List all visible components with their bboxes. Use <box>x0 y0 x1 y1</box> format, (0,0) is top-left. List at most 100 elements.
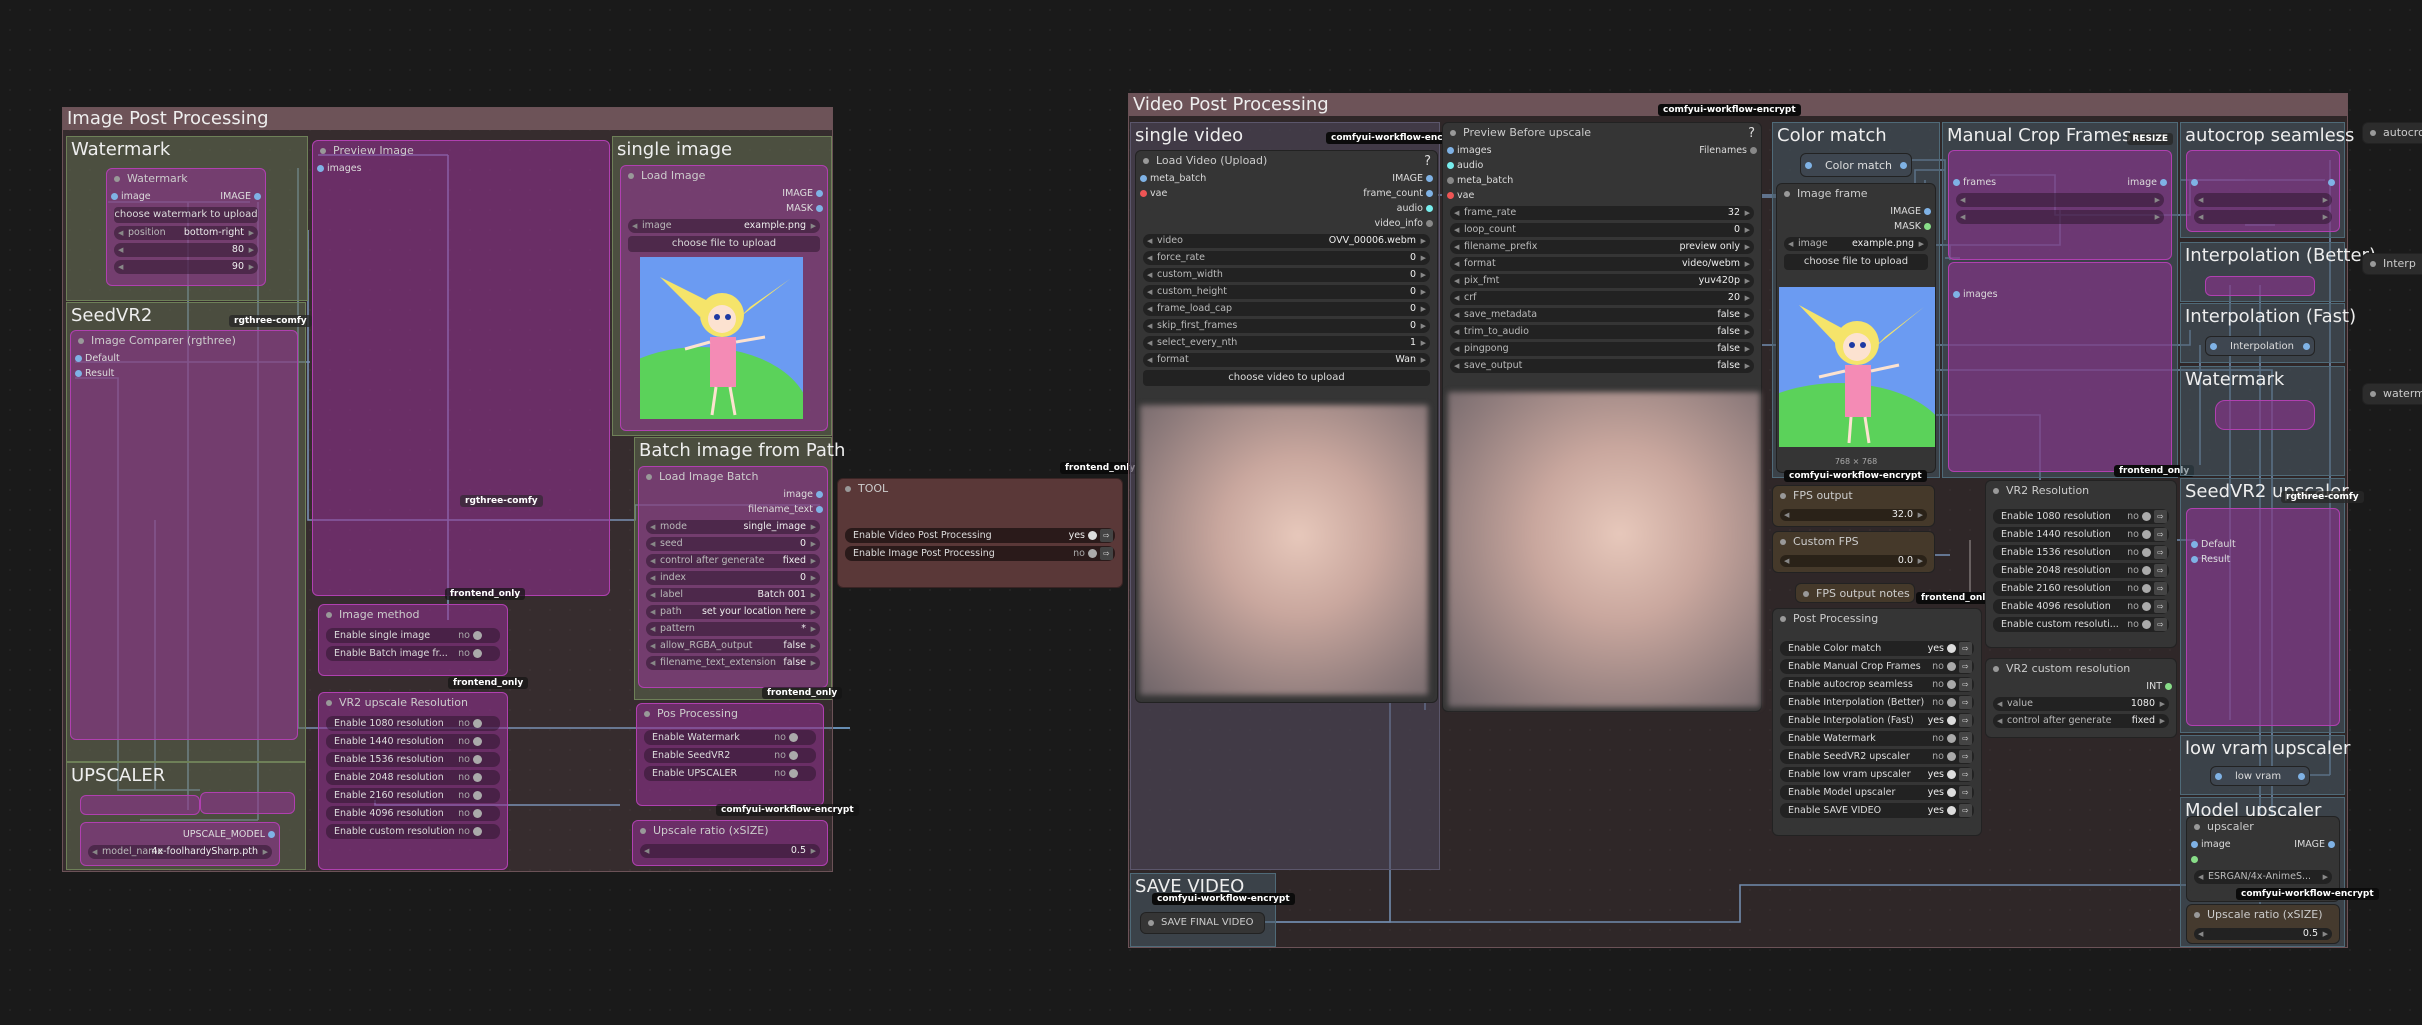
output-dot[interactable] <box>2298 773 2305 780</box>
arrow-icon[interactable]: ⇨ <box>1959 750 1972 763</box>
widget-seed[interactable]: seed 0 <box>646 537 820 551</box>
input-dot[interactable] <box>1953 179 1960 186</box>
node-autocrop[interactable] <box>2186 150 2340 232</box>
input-dot[interactable] <box>1447 162 1454 169</box>
toggle-enable-upscaler[interactable]: Enable UPSCALER no <box>644 766 816 781</box>
edge-node-autocrop[interactable]: autocro <box>2362 122 2422 144</box>
toggle-enable-1080-resolution[interactable]: Enable 1080 resolution no <box>326 716 500 731</box>
toggle-enable-1440-resolution[interactable]: Enable 1440 resolution no <box>326 734 500 749</box>
node-small-left[interactable] <box>80 795 200 815</box>
toggle-enable-low-vram-upscaler[interactable]: Enable low vram upscaler yes ⇨ <box>1780 767 1974 782</box>
widget[interactable]: positionbottom-right <box>114 226 258 240</box>
widget[interactable]: 80 <box>114 243 258 257</box>
node-preview-image[interactable]: Preview Image images <box>312 140 610 596</box>
arrow-icon[interactable]: ⇨ <box>2154 618 2167 631</box>
node-load-upscale-model[interactable]: UPSCALE_MODEL model_name4x-foolhardyShar… <box>80 822 280 866</box>
input-dot[interactable] <box>1140 175 1147 182</box>
toggle-enable-1536-resolution[interactable]: Enable 1536 resolution no ⇨ <box>1993 545 2169 560</box>
widget-path[interactable]: path set your location here <box>646 605 820 619</box>
toggle-enable-watermark[interactable]: Enable Watermark no <box>644 730 816 745</box>
node-image-comparer-right[interactable]: Default Result <box>2186 508 2340 726</box>
toggle-enable-seedvr2-upscaler[interactable]: Enable SeedVR2 upscaler no ⇨ <box>1780 749 1974 764</box>
widget[interactable]: 90 <box>114 260 258 274</box>
widget-skip-first-frames[interactable]: skip_first_frames 0 <box>1143 319 1430 333</box>
edge-node-interp[interactable]: Interp <box>2362 253 2422 275</box>
fps-slider[interactable]: 32.0 <box>1780 509 1927 521</box>
toggle-enable-4096-resolution[interactable]: Enable 4096 resolution no ⇨ <box>1993 599 2169 614</box>
ratio-slider[interactable]: 0.5 <box>2194 928 2332 940</box>
widget[interactable] <box>1956 193 2164 207</box>
node-color-match[interactable]: Color match <box>1800 153 1912 177</box>
toggle[interactable]: Enable Batch image fr... no <box>326 646 500 661</box>
toggle[interactable]: Enable single image no <box>326 628 500 643</box>
widget-index[interactable]: index 0 <box>646 571 820 585</box>
node-upscale-image[interactable] <box>200 792 295 814</box>
output-dot[interactable] <box>2303 343 2310 350</box>
node-image-method[interactable]: Image method Enable single image no Enabl… <box>318 604 508 676</box>
widget-save-metadata[interactable]: save_metadata false <box>1450 308 1754 322</box>
output-dot[interactable] <box>1750 147 1757 154</box>
output-dot[interactable] <box>1426 190 1433 197</box>
node-low-vram[interactable]: low vram <box>2210 766 2310 786</box>
arrow-icon[interactable]: ⇨ <box>1959 804 1972 817</box>
control-widget[interactable]: control after generatefixed <box>1993 714 2169 728</box>
toggle-enable-color-match[interactable]: Enable Color match yes ⇨ <box>1780 641 1974 656</box>
help-icon[interactable]: ? <box>1748 126 1755 141</box>
output-dot[interactable] <box>2160 179 2167 186</box>
toggle-enable-interpolation-better-[interactable]: Enable Interpolation (Better) no ⇨ <box>1780 695 1974 710</box>
arrow-icon[interactable]: ⇨ <box>1959 678 1972 691</box>
toggle-enable-manual-crop-frames[interactable]: Enable Manual Crop Frames no ⇨ <box>1780 659 1974 674</box>
widget-format[interactable]: format video/webm <box>1450 257 1754 271</box>
node-watermark[interactable]: Watermark image IMAGE choose watermark to… <box>106 168 266 286</box>
input-dot[interactable] <box>1447 177 1454 184</box>
model-select-widget[interactable]: ESRGAN/4x-AnimeS... <box>2194 870 2332 884</box>
edge-node-watermark[interactable]: waterm <box>2362 383 2422 405</box>
input-dot[interactable] <box>2191 556 2198 563</box>
upload-button[interactable]: choose file to upload <box>1784 254 1928 270</box>
output-dot[interactable] <box>254 193 261 200</box>
output-dot[interactable] <box>816 205 823 212</box>
arrow-icon[interactable]: ⇨ <box>1959 768 1972 781</box>
widget-allow-rgba-output[interactable]: allow_RGBA_output false <box>646 639 820 653</box>
widget[interactable] <box>1956 210 2164 224</box>
arrow-icon[interactable]: ⇨ <box>2154 546 2167 559</box>
widget-label[interactable]: label Batch 001 <box>646 588 820 602</box>
toggle-enable-seedvr2[interactable]: Enable SeedVR2 no <box>644 748 816 763</box>
input-dot[interactable] <box>1953 291 1960 298</box>
group-low-vram[interactable]: low vram upscaler <box>2180 735 2350 795</box>
output-dot[interactable] <box>1426 205 1433 212</box>
input-dot[interactable] <box>1447 192 1454 199</box>
output-dot[interactable] <box>816 491 823 498</box>
model-name-widget[interactable]: model_name4x-foolhardySharp.pth <box>88 845 272 859</box>
arrow-icon[interactable]: ⇨ <box>2154 564 2167 577</box>
widget-select-every-nth[interactable]: select_every_nth 1 <box>1143 336 1430 350</box>
toggle-enable-1440-resolution[interactable]: Enable 1440 resolution no ⇨ <box>1993 527 2169 542</box>
input-dot[interactable] <box>75 370 82 377</box>
upload-video-button[interactable]: choose video to upload <box>1143 370 1430 386</box>
widget-trim-to-audio[interactable]: trim_to_audio false <box>1450 325 1754 339</box>
widget-force-rate[interactable]: force_rate 0 <box>1143 251 1430 265</box>
ratio-slider[interactable]: 0.5 <box>640 844 820 858</box>
widget-filename-prefix[interactable]: filename_prefix preview only <box>1450 240 1754 254</box>
widget-frame-load-cap[interactable]: frame_load_cap 0 <box>1143 302 1430 316</box>
toggle-enable-model-upscaler[interactable]: Enable Model upscaler yes ⇨ <box>1780 785 1974 800</box>
widget-pattern[interactable]: pattern * <box>646 622 820 636</box>
arrow-icon[interactable]: ⇨ <box>2154 600 2167 613</box>
output-dot[interactable] <box>2165 683 2172 690</box>
widget[interactable] <box>2194 193 2332 207</box>
arrow-icon[interactable]: ⇨ <box>2154 510 2167 523</box>
upload-button[interactable]: choose file to upload <box>628 236 820 252</box>
output-dot[interactable] <box>1900 162 1907 169</box>
toggle-enable-custom-resolution[interactable]: Enable custom resolution no <box>326 824 500 839</box>
toggle-enable-4096-resolution[interactable]: Enable 4096 resolution no <box>326 806 500 821</box>
output-dot[interactable] <box>1426 220 1433 227</box>
widget-custom-height[interactable]: custom_height 0 <box>1143 285 1430 299</box>
toggle-enable-save-video[interactable]: Enable SAVE VIDEO yes ⇨ <box>1780 803 1974 818</box>
node-watermark-right[interactable] <box>2215 400 2315 430</box>
arrow-icon[interactable]: ⇨ <box>1959 642 1972 655</box>
input-dot[interactable] <box>317 165 324 172</box>
node-image-comparer[interactable]: Image Comparer (rgthree) Default Result <box>70 330 298 740</box>
toggle-enable-2160-resolution[interactable]: Enable 2160 resolution no <box>326 788 500 803</box>
input-dot[interactable] <box>1140 190 1147 197</box>
toggle-enable-1080-resolution[interactable]: Enable 1080 resolution no ⇨ <box>1993 509 2169 524</box>
